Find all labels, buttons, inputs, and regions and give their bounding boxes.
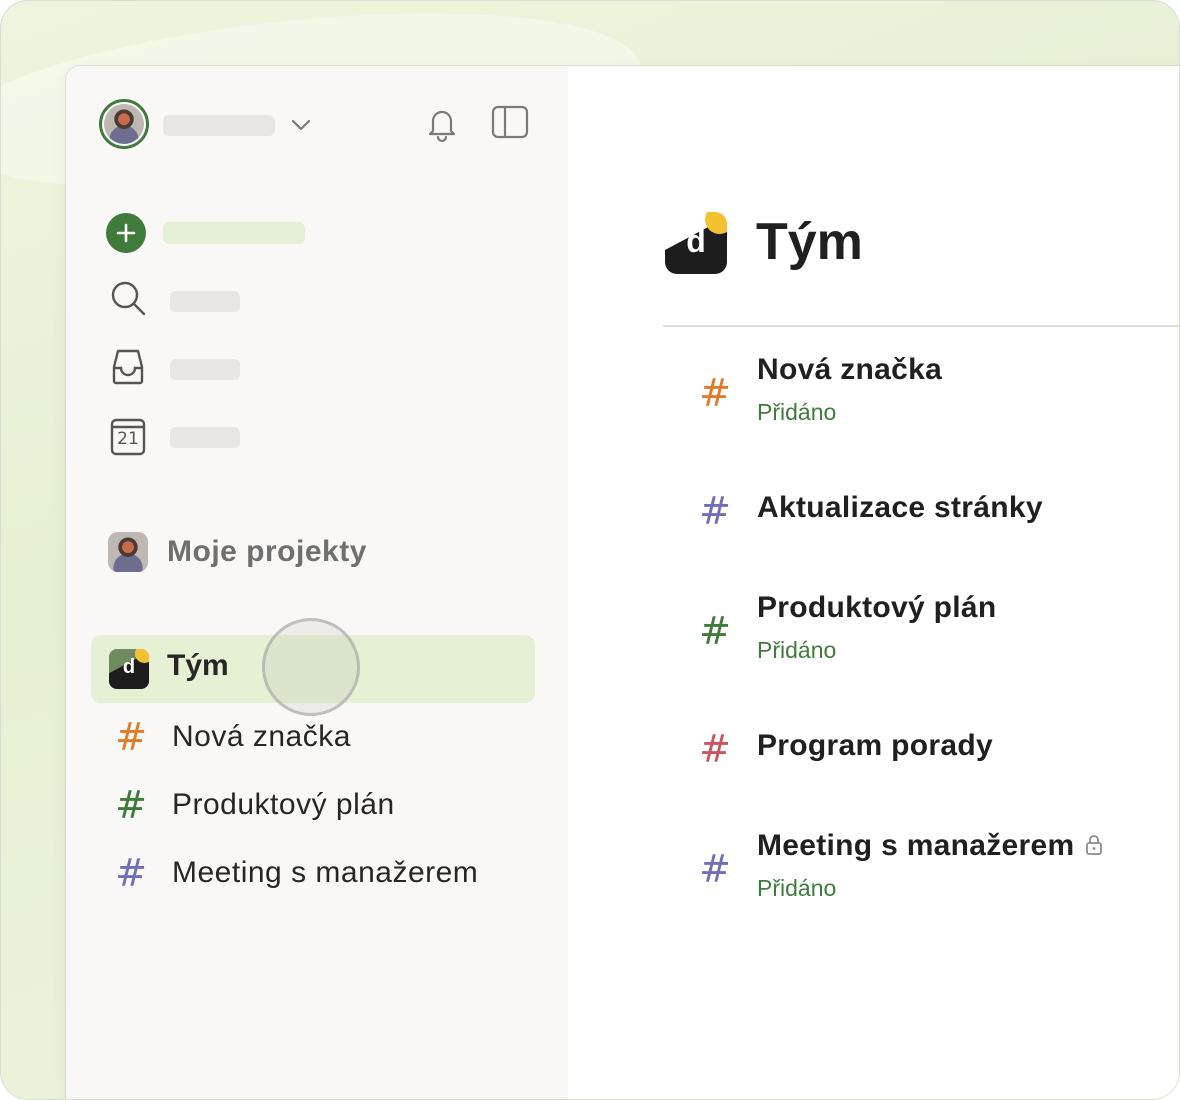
search-nav-item[interactable] — [106, 279, 240, 323]
hash-icon: # — [115, 783, 147, 827]
project-title: Program porady — [757, 729, 993, 762]
divider — [663, 325, 1179, 327]
today-nav-item[interactable]: 21 — [106, 415, 240, 459]
avatar-image — [104, 104, 144, 144]
sidebar-project-meeting[interactable]: # Meeting s manažerem — [114, 851, 478, 895]
my-projects-header[interactable]: Moje projekty — [108, 531, 367, 573]
chevron-down-icon[interactable] — [290, 116, 312, 134]
my-projects-label: Moje projekty — [167, 535, 367, 568]
sidebar: 21 Moje projekty d Tým # Nová značka # P… — [66, 66, 568, 1099]
user-avatar[interactable] — [99, 99, 149, 149]
search-label-placeholder — [170, 290, 240, 312]
calendar-day-number: 21 — [117, 429, 139, 449]
sidebar-project-label: Produktový plán — [172, 788, 395, 821]
team-label: Tým — [167, 649, 229, 682]
team-logo-letter: d — [122, 656, 136, 679]
calendar-icon: 21 — [106, 415, 150, 459]
inbox-label-placeholder — [170, 358, 240, 380]
team-logo: d — [109, 649, 149, 689]
project-title: Meeting s manažerem — [757, 829, 1075, 862]
avatar-image — [108, 532, 148, 572]
main-content: d Tým # Nová značka Přidáno # Aktualizac… — [568, 66, 1179, 1099]
hash-icon: # — [699, 371, 731, 415]
sidebar-project-label: Nová značka — [172, 720, 351, 753]
team-logo: d — [665, 212, 727, 274]
user-name-placeholder[interactable] — [163, 115, 275, 136]
project-status: Přidáno — [757, 637, 837, 663]
team-logo-letter: d — [686, 223, 706, 260]
my-projects-avatar — [108, 532, 148, 572]
inbox-nav-item[interactable] — [106, 347, 240, 391]
project-title: Produktový plán — [757, 591, 997, 624]
project-title: Aktualizace stránky — [757, 491, 1043, 524]
app-window: 21 Moje projekty d Tým # Nová značka # P… — [66, 66, 1179, 1099]
sidebar-project-produktovy-plan[interactable]: # Produktový plán — [114, 783, 395, 827]
project-title-wrap: Meeting s manažerem — [757, 829, 1104, 864]
cursor-indicator — [262, 618, 360, 716]
project-status: Přidáno — [757, 399, 837, 425]
hash-icon: # — [115, 851, 147, 895]
app-frame: 21 Moje projekty d Tým # Nová značka # P… — [0, 0, 1180, 1100]
project-status: Přidáno — [757, 875, 837, 901]
today-label-placeholder — [170, 426, 240, 448]
hash-icon: # — [699, 489, 731, 533]
inbox-icon — [106, 345, 150, 394]
hash-icon: # — [699, 727, 731, 771]
page-title: Tým — [756, 213, 863, 271]
hash-icon: # — [699, 847, 731, 891]
hash-icon: # — [115, 715, 147, 759]
lock-icon — [1084, 830, 1104, 864]
sidebar-project-label: Meeting s manažerem — [172, 856, 479, 889]
project-title: Nová značka — [757, 353, 943, 386]
hash-icon: # — [699, 609, 731, 653]
add-task-button[interactable] — [106, 211, 146, 255]
search-icon — [106, 277, 150, 326]
plus-icon — [106, 213, 146, 253]
sidebar-project-nova-znacka[interactable]: # Nová značka — [114, 715, 351, 759]
bell-icon[interactable] — [424, 104, 460, 144]
add-task-label-placeholder — [163, 222, 305, 244]
sidebar-toggle-icon[interactable] — [490, 104, 530, 140]
